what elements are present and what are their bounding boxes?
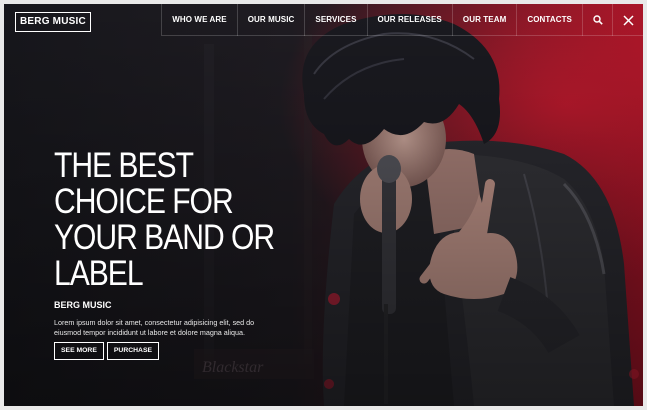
hero-title-line: CHOICE FOR bbox=[54, 182, 234, 221]
nav-who-we-are[interactable]: WHO WE ARE bbox=[162, 4, 238, 36]
search-icon bbox=[592, 15, 603, 25]
hero-title: THE BEST CHOICE FOR YOUR BAND OR LABEL bbox=[54, 146, 275, 293]
nav-contacts[interactable]: CONTACTS bbox=[517, 4, 583, 36]
nav-services[interactable]: SERVICES bbox=[305, 4, 368, 36]
hero-buttons: SEE MORE PURCHASE bbox=[54, 342, 160, 360]
site-logo[interactable]: BERG MUSIC bbox=[15, 12, 91, 32]
nav-our-music[interactable]: OUR MUSIC bbox=[238, 4, 306, 36]
main-nav: WHO WE ARE OUR MUSIC SERVICES OUR RELEAS… bbox=[161, 4, 643, 36]
hero-title-line: THE BEST bbox=[54, 146, 194, 185]
nav-our-releases[interactable]: OUR RELEASES bbox=[368, 4, 453, 36]
purchase-button[interactable]: PURCHASE bbox=[106, 342, 160, 360]
close-icon bbox=[622, 14, 634, 26]
hero-title-line: LABEL bbox=[54, 254, 144, 293]
hero-subtitle: BERG MUSIC bbox=[54, 300, 112, 310]
hero-section: Blackstar BERG MUSIC WHO WE ARE OUR MUSI… bbox=[4, 4, 643, 406]
see-more-button[interactable]: SEE MORE bbox=[54, 342, 104, 360]
search-button[interactable] bbox=[583, 4, 613, 36]
hero-title-line: YOUR BAND OR bbox=[54, 218, 275, 257]
nav-our-team[interactable]: OUR TEAM bbox=[453, 4, 518, 36]
close-button[interactable] bbox=[613, 4, 643, 36]
hero-description: Lorem ipsum dolor sit amet, consectetur … bbox=[54, 318, 255, 337]
